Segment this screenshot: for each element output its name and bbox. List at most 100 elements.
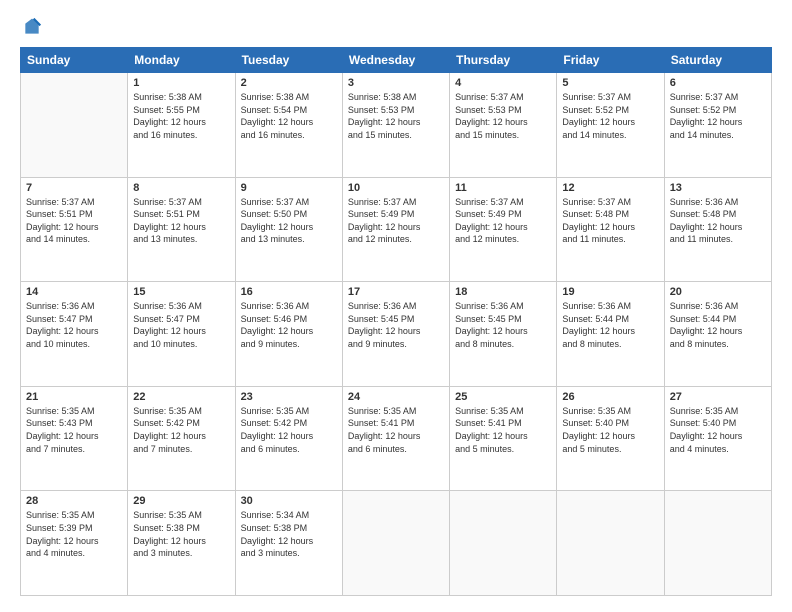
cell-w5-d6 (557, 491, 664, 596)
cell-info-21: Sunrise: 5:35 AM Sunset: 5:43 PM Dayligh… (26, 405, 122, 455)
cell-w5-d1: 28 Sunrise: 5:35 AM Sunset: 5:39 PM Dayli… (21, 491, 128, 596)
cell-w3-d7: 20 Sunrise: 5:36 AM Sunset: 5:44 PM Dayli… (664, 282, 771, 387)
cell-info-7: Sunrise: 5:37 AM Sunset: 5:51 PM Dayligh… (26, 196, 122, 246)
cell-w3-d2: 15Sunrise: 5:36 AM Sunset: 5:47 PM Dayli… (128, 282, 235, 387)
day-number-14: 14 (26, 286, 122, 298)
cell-w5-d4 (342, 491, 449, 596)
cell-w3-d5: 18 Sunrise: 5:36 AM Sunset: 5:45 PM Dayli… (450, 282, 557, 387)
cell-info-16: Sunrise: 5:36 AM Sunset: 5:46 PM Dayligh… (241, 300, 337, 350)
cell-info-13: Sunrise: 5:36 AM Sunset: 5:48 PM Dayligh… (670, 196, 766, 246)
logo (20, 16, 42, 37)
cell-w1-d5: 4 Sunrise: 5:37 AM Sunset: 5:53 PM Daylig… (450, 73, 557, 178)
cell-info-23: Sunrise: 5:35 AM Sunset: 5:42 PM Dayligh… (241, 405, 337, 455)
cell-info-28: Sunrise: 5:35 AM Sunset: 5:39 PM Dayligh… (26, 509, 122, 559)
cell-w2-d3: 9 Sunrise: 5:37 AM Sunset: 5:50 PM Daylig… (235, 177, 342, 282)
cell-info-15: Sunrise: 5:36 AM Sunset: 5:47 PM Dayligh… (133, 300, 229, 350)
cell-info-24: Sunrise: 5:35 AM Sunset: 5:41 PM Dayligh… (348, 405, 444, 455)
cell-info-26: Sunrise: 5:35 AM Sunset: 5:40 PM Dayligh… (562, 405, 658, 455)
day-number-8: 8 (133, 182, 229, 194)
cell-info-22: Sunrise: 5:35 AM Sunset: 5:42 PM Dayligh… (133, 405, 229, 455)
cell-info-14: Sunrise: 5:36 AM Sunset: 5:47 PM Dayligh… (26, 300, 122, 350)
day-number-19: 19 (562, 286, 658, 298)
cell-info-1: Sunrise: 5:38 AM Sunset: 5:55 PM Dayligh… (133, 91, 229, 141)
cell-info-5: Sunrise: 5:37 AM Sunset: 5:52 PM Dayligh… (562, 91, 658, 141)
cell-w1-d4: 3 Sunrise: 5:38 AM Sunset: 5:53 PM Daylig… (342, 73, 449, 178)
week-row-5: 28 Sunrise: 5:35 AM Sunset: 5:39 PM Dayli… (21, 491, 772, 596)
header (20, 16, 772, 37)
cell-w3-d1: 14 Sunrise: 5:36 AM Sunset: 5:47 PM Dayli… (21, 282, 128, 387)
cell-info-8: Sunrise: 5:37 AM Sunset: 5:51 PM Dayligh… (133, 196, 229, 246)
cell-w2-d2: 8 Sunrise: 5:37 AM Sunset: 5:51 PM Daylig… (128, 177, 235, 282)
cell-w2-d5: 11 Sunrise: 5:37 AM Sunset: 5:49 PM Dayli… (450, 177, 557, 282)
cell-info-10: Sunrise: 5:37 AM Sunset: 5:49 PM Dayligh… (348, 196, 444, 246)
day-number-20: 20 (670, 286, 766, 298)
cell-info-4: Sunrise: 5:37 AM Sunset: 5:53 PM Dayligh… (455, 91, 551, 141)
col-sunday: Sunday (21, 48, 128, 73)
week-row-2: 7 Sunrise: 5:37 AM Sunset: 5:51 PM Daylig… (21, 177, 772, 282)
cell-w4-d7: 27Sunrise: 5:35 AM Sunset: 5:40 PM Dayli… (664, 386, 771, 491)
cell-info-25: Sunrise: 5:35 AM Sunset: 5:41 PM Dayligh… (455, 405, 551, 455)
cell-w2-d1: 7 Sunrise: 5:37 AM Sunset: 5:51 PM Daylig… (21, 177, 128, 282)
cell-w1-d3: 2Sunrise: 5:38 AM Sunset: 5:54 PM Daylig… (235, 73, 342, 178)
day-number-17: 17 (348, 286, 444, 298)
week-row-1: 1 Sunrise: 5:38 AM Sunset: 5:55 PM Daylig… (21, 73, 772, 178)
calendar-table: Sunday Monday Tuesday Wednesday Thursday… (20, 47, 772, 596)
day-number-6: 6 (670, 77, 766, 89)
col-wednesday: Wednesday (342, 48, 449, 73)
day-number-23: 23 (241, 391, 337, 403)
day-number-27: 27 (670, 391, 766, 403)
cell-w3-d6: 19Sunrise: 5:36 AM Sunset: 5:44 PM Dayli… (557, 282, 664, 387)
day-number-12: 12 (562, 182, 658, 194)
cell-info-6: Sunrise: 5:37 AM Sunset: 5:52 PM Dayligh… (670, 91, 766, 141)
week-row-3: 14 Sunrise: 5:36 AM Sunset: 5:47 PM Dayli… (21, 282, 772, 387)
cell-w4-d3: 23 Sunrise: 5:35 AM Sunset: 5:42 PM Dayli… (235, 386, 342, 491)
calendar-header-row: Sunday Monday Tuesday Wednesday Thursday… (21, 48, 772, 73)
day-number-24: 24 (348, 391, 444, 403)
day-number-13: 13 (670, 182, 766, 194)
day-number-26: 26 (562, 391, 658, 403)
page: Sunday Monday Tuesday Wednesday Thursday… (0, 0, 792, 612)
day-number-25: 25 (455, 391, 551, 403)
cell-w2-d6: 12 Sunrise: 5:37 AM Sunset: 5:48 PM Dayli… (557, 177, 664, 282)
cell-info-20: Sunrise: 5:36 AM Sunset: 5:44 PM Dayligh… (670, 300, 766, 350)
day-number-7: 7 (26, 182, 122, 194)
day-number-11: 11 (455, 182, 551, 194)
cell-w2-d7: 13 Sunrise: 5:36 AM Sunset: 5:48 PM Dayli… (664, 177, 771, 282)
col-thursday: Thursday (450, 48, 557, 73)
cell-w5-d2: 29 Sunrise: 5:35 AM Sunset: 5:38 PM Dayli… (128, 491, 235, 596)
cell-info-12: Sunrise: 5:37 AM Sunset: 5:48 PM Dayligh… (562, 196, 658, 246)
col-tuesday: Tuesday (235, 48, 342, 73)
day-number-2: 2 (241, 77, 337, 89)
day-number-16: 16 (241, 286, 337, 298)
col-saturday: Saturday (664, 48, 771, 73)
day-number-28: 28 (26, 495, 122, 507)
cell-w5-d3: 30Sunrise: 5:34 AM Sunset: 5:38 PM Dayli… (235, 491, 342, 596)
day-number-9: 9 (241, 182, 337, 194)
cell-w2-d4: 10Sunrise: 5:37 AM Sunset: 5:49 PM Dayli… (342, 177, 449, 282)
cell-w4-d6: 26 Sunrise: 5:35 AM Sunset: 5:40 PM Dayli… (557, 386, 664, 491)
day-number-22: 22 (133, 391, 229, 403)
day-number-5: 5 (562, 77, 658, 89)
week-row-4: 21 Sunrise: 5:35 AM Sunset: 5:43 PM Dayli… (21, 386, 772, 491)
day-number-21: 21 (26, 391, 122, 403)
day-number-1: 1 (133, 77, 229, 89)
day-number-30: 30 (241, 495, 337, 507)
day-number-18: 18 (455, 286, 551, 298)
cell-info-3: Sunrise: 5:38 AM Sunset: 5:53 PM Dayligh… (348, 91, 444, 141)
cell-info-9: Sunrise: 5:37 AM Sunset: 5:50 PM Dayligh… (241, 196, 337, 246)
cell-w4-d4: 24 Sunrise: 5:35 AM Sunset: 5:41 PM Dayli… (342, 386, 449, 491)
cell-w1-d1 (21, 73, 128, 178)
day-number-3: 3 (348, 77, 444, 89)
cell-info-29: Sunrise: 5:35 AM Sunset: 5:38 PM Dayligh… (133, 509, 229, 559)
cell-w1-d7: 6 Sunrise: 5:37 AM Sunset: 5:52 PM Daylig… (664, 73, 771, 178)
cell-w4-d2: 22 Sunrise: 5:35 AM Sunset: 5:42 PM Dayli… (128, 386, 235, 491)
cell-info-11: Sunrise: 5:37 AM Sunset: 5:49 PM Dayligh… (455, 196, 551, 246)
cell-info-18: Sunrise: 5:36 AM Sunset: 5:45 PM Dayligh… (455, 300, 551, 350)
cell-w3-d3: 16 Sunrise: 5:36 AM Sunset: 5:46 PM Dayli… (235, 282, 342, 387)
day-number-4: 4 (455, 77, 551, 89)
cell-w4-d1: 21 Sunrise: 5:35 AM Sunset: 5:43 PM Dayli… (21, 386, 128, 491)
cell-w1-d6: 5 Sunrise: 5:37 AM Sunset: 5:52 PM Daylig… (557, 73, 664, 178)
cell-w1-d2: 1 Sunrise: 5:38 AM Sunset: 5:55 PM Daylig… (128, 73, 235, 178)
cell-w4-d5: 25 Sunrise: 5:35 AM Sunset: 5:41 PM Dayli… (450, 386, 557, 491)
day-number-29: 29 (133, 495, 229, 507)
